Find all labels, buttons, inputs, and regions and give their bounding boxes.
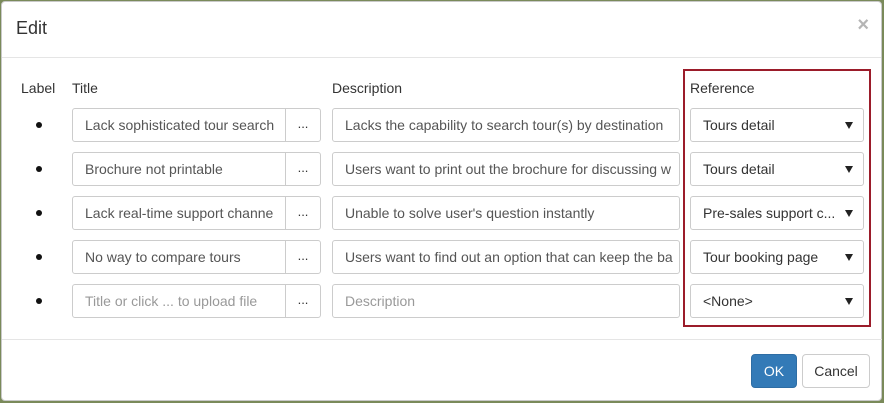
edit-dialog: Edit × Label Title Description Reference… <box>1 1 882 401</box>
title-input[interactable]: Lack real-time support channe <box>72 196 286 230</box>
column-header-label: Label <box>21 80 56 96</box>
upload-button[interactable]: ... <box>285 240 321 274</box>
description-input[interactable]: Lacks the capability to search tour(s) b… <box>332 108 680 142</box>
dialog-header: Edit × <box>2 2 881 58</box>
bullet-icon <box>36 166 42 172</box>
description-input[interactable]: Unable to solve user's question instantl… <box>332 196 680 230</box>
title-input[interactable]: Title or click ... to upload file <box>72 284 286 318</box>
upload-button[interactable]: ... <box>285 196 321 230</box>
bullet-icon <box>36 122 42 128</box>
dialog-footer <box>2 339 882 340</box>
bullet-icon <box>36 254 42 260</box>
bullet-icon <box>36 210 42 216</box>
bullet-icon <box>36 298 42 304</box>
title-input[interactable]: Brochure not printable <box>72 152 286 186</box>
ok-button[interactable]: OK <box>751 354 797 388</box>
column-header-title: Title <box>72 80 98 96</box>
close-icon[interactable]: × <box>857 15 869 35</box>
title-input[interactable]: No way to compare tours <box>72 240 286 274</box>
upload-button[interactable]: ... <box>285 108 321 142</box>
upload-button[interactable]: ... <box>285 284 321 318</box>
description-input[interactable]: Users want to find out an option that ca… <box>332 240 680 274</box>
title-input[interactable]: Lack sophisticated tour search <box>72 108 286 142</box>
dialog-title: Edit <box>16 18 48 38</box>
upload-button[interactable]: ... <box>285 152 321 186</box>
cancel-button[interactable]: Cancel <box>802 354 870 388</box>
description-input[interactable]: Description <box>332 284 680 318</box>
description-input[interactable]: Users want to print out the brochure for… <box>332 152 680 186</box>
reference-column-highlight <box>683 69 871 327</box>
column-header-description: Description <box>332 80 403 96</box>
